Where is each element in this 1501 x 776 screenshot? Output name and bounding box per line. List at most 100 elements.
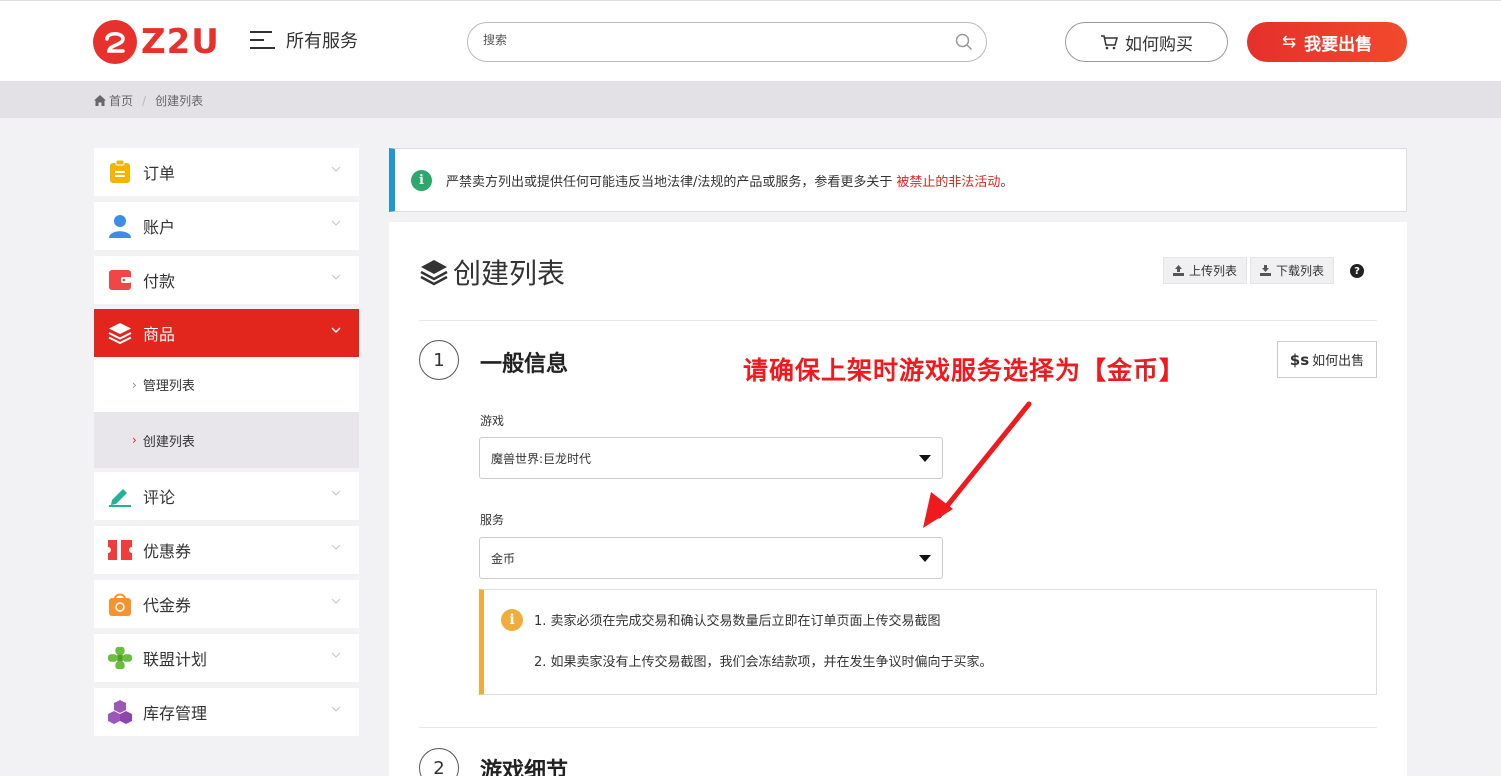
section-title-general-info: 一般信息 <box>480 352 569 377</box>
search-input[interactable] <box>483 33 943 47</box>
breadcrumb: 首页 / 创建列表 <box>94 92 203 109</box>
sidebar-item-affiliate[interactable]: 联盟计划 <box>94 634 359 682</box>
dropdown-arrow-icon <box>919 555 931 562</box>
swap-arrows-icon: ⇆ <box>1281 32 1297 52</box>
sidebar-subitem-label: 创建列表 <box>142 434 195 450</box>
menu-icon <box>250 30 275 50</box>
chevron-down-icon <box>331 327 341 333</box>
dollar-icon: $s <box>1289 350 1310 369</box>
clipboard-icon <box>108 160 132 184</box>
sidebar-item-orders[interactable]: 订单 <box>94 148 359 196</box>
sidebar-item-label: 商品 <box>143 325 176 344</box>
notice-end: 。 <box>1000 174 1014 190</box>
chevron-down-icon <box>331 166 341 172</box>
sidebar-item-label: 代金券 <box>143 596 192 615</box>
download-label: 下载列表 <box>1276 264 1325 278</box>
notice-text: 严禁卖方列出或提供任何可能违反当地法律/法规的产品或服务，参看更多关于 <box>446 174 893 190</box>
chevron-down-icon <box>331 544 341 550</box>
game-select[interactable]: 魔兽世界:巨龙时代 <box>479 437 943 479</box>
download-icon <box>1260 265 1271 276</box>
sidebar-item-reviews[interactable]: 评论 <box>94 472 359 520</box>
user-icon <box>108 214 132 238</box>
step-number: 2 <box>419 748 459 776</box>
how-to-sell-label: 如何出售 <box>1312 354 1365 369</box>
warning-line-1: 1. 卖家必须在完成交易和确认交易数量后立即在订单页面上传交易截图 <box>534 614 941 629</box>
bag-icon <box>108 592 132 616</box>
annotation-text: 请确保上架时游戏服务选择为【金币】 <box>743 356 1186 385</box>
game-select-value: 魔兽世界:巨龙时代 <box>491 451 592 466</box>
legal-notice: i 严禁卖方列出或提供任何可能违反当地法律/法规的产品或服务，参看更多关于 被禁… <box>389 148 1407 212</box>
sidebar-subitem-create-listing[interactable]: › 创建列表 <box>94 412 359 468</box>
warning-info-icon: i <box>501 609 523 631</box>
sidebar-item-label: 付款 <box>143 272 176 291</box>
breadcrumb-home[interactable]: 首页 <box>109 92 133 109</box>
sidebar-item-coupons[interactable]: 优惠券 <box>94 526 359 574</box>
sidebar-item-label: 账户 <box>143 218 176 237</box>
warning-line-2: 2. 如果卖家没有上传交易截图，我们会冻结款项，并在发生争议时偏向于买家。 <box>534 655 993 670</box>
game-label: 游戏 <box>480 414 505 428</box>
page-title-text: 创建列表 <box>453 257 566 290</box>
chevron-down-icon <box>331 706 341 712</box>
sidebar-item-inventory[interactable]: 库存管理 <box>94 688 359 736</box>
prohibited-activities-link[interactable]: 被禁止的非法活动 <box>896 171 1000 190</box>
step-number: 1 <box>419 340 459 380</box>
logo-text: Z2U <box>141 22 220 62</box>
top-header: Z2U 所有服务 如何购买 ⇆ 我要出售 <box>0 0 1501 81</box>
info-icon: i <box>411 169 432 191</box>
caret-right-icon: › <box>132 377 137 392</box>
download-listing-button[interactable]: 下载列表 <box>1250 257 1335 284</box>
sidebar-item-label: 联盟计划 <box>143 650 208 669</box>
all-services-label: 所有服务 <box>286 31 358 52</box>
divider <box>419 320 1377 321</box>
sell-button[interactable]: ⇆ 我要出售 <box>1247 22 1407 62</box>
breadcrumb-separator: / <box>142 93 147 108</box>
sidebar-subitem-label: 管理列表 <box>142 379 195 394</box>
search-box <box>467 22 987 62</box>
upload-listing-button[interactable]: 上传列表 <box>1163 257 1248 284</box>
layers-icon <box>420 260 448 286</box>
seller-warning: i 1. 卖家必须在完成交易和确认交易数量后立即在订单页面上传交易截图 2. 如… <box>479 589 1377 695</box>
chevron-down-icon <box>331 220 341 226</box>
divider <box>419 727 1377 728</box>
service-select[interactable]: 金币 <box>479 537 943 579</box>
ticket-icon <box>108 538 132 562</box>
sidebar-item-vouchers[interactable]: 代金券 <box>94 580 359 628</box>
sidebar-item-payment[interactable]: 付款 <box>94 256 359 304</box>
help-icon[interactable]: ? <box>1350 264 1364 278</box>
all-services-menu[interactable]: 所有服务 <box>250 27 358 53</box>
search-icon[interactable] <box>955 33 973 51</box>
section-title-game-details: 游戏细节 <box>480 759 569 776</box>
chevron-down-icon <box>331 598 341 604</box>
pen-icon <box>108 484 132 508</box>
layers-icon <box>108 321 132 345</box>
cubes-icon <box>108 700 132 724</box>
sidebar-item-account[interactable]: 账户 <box>94 202 359 250</box>
upload-label: 上传列表 <box>1189 264 1238 278</box>
create-listing-panel: 创建列表 上传列表 下载列表 ? 1 一般信息 请确保上架时游戏服务选择为【金币… <box>389 222 1407 776</box>
cart-icon <box>1101 35 1118 50</box>
sidebar-item-label: 库存管理 <box>143 704 208 723</box>
chevron-down-icon <box>331 652 341 658</box>
sidebar-item-label: 优惠券 <box>143 542 192 561</box>
z2u-logo[interactable]: Z2U <box>93 19 220 65</box>
service-label: 服务 <box>480 513 505 527</box>
service-select-value: 金币 <box>491 551 516 566</box>
how-to-buy-button[interactable]: 如何购买 <box>1065 22 1228 62</box>
home-icon <box>94 95 106 106</box>
network-icon <box>108 646 132 670</box>
chevron-down-icon <box>331 274 341 280</box>
breadcrumb-bar: 首页 / 创建列表 <box>0 81 1501 118</box>
sidebar-item-label: 评论 <box>143 488 176 507</box>
sidebar-item-label: 订单 <box>143 164 176 183</box>
caret-right-icon: › <box>132 433 137 447</box>
sidebar-item-products[interactable]: 商品 <box>94 309 359 357</box>
logo-mark-icon <box>93 20 137 64</box>
wallet-icon <box>108 268 132 292</box>
page-title: 创建列表 <box>419 252 565 292</box>
sell-label: 我要出售 <box>1304 34 1373 55</box>
sidebar-subitem-manage-listings[interactable]: › 管理列表 <box>94 357 359 412</box>
upload-icon <box>1173 265 1184 276</box>
how-to-buy-label: 如何购买 <box>1125 34 1193 55</box>
dropdown-arrow-icon <box>919 455 931 462</box>
how-to-sell-button[interactable]: $s 如何出售 <box>1277 341 1377 378</box>
